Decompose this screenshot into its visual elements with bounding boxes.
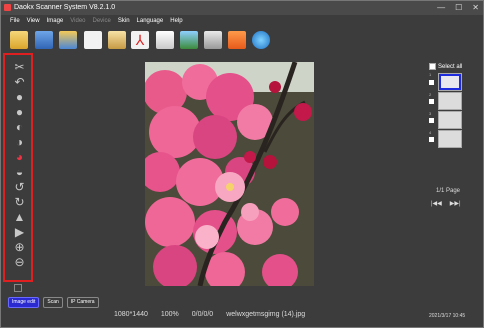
select-all[interactable]: Select all: [429, 63, 462, 70]
menu-view[interactable]: View: [27, 18, 40, 24]
brightness-down-icon[interactable]: ●: [13, 91, 26, 104]
first-page-button[interactable]: |◀◀: [431, 200, 442, 207]
zoom-out-icon[interactable]: ⊖: [13, 256, 26, 269]
print-icon[interactable]: [204, 31, 222, 49]
thumbnail[interactable]: [438, 111, 462, 129]
zoom-level: 100%: [160, 311, 179, 318]
rotate-left-icon[interactable]: ↺: [13, 181, 26, 194]
sidebar-toggle[interactable]: [14, 284, 22, 292]
pager: |◀◀ ▶▶|: [431, 200, 461, 207]
datetime: 2021/3/17 10:45: [429, 313, 466, 319]
thumbnail-selected[interactable]: [438, 73, 462, 91]
thumb-number: 2: [429, 92, 432, 97]
select-all-label: Select all: [438, 63, 463, 70]
app-logo-icon: [4, 4, 11, 11]
title-bar: Daokx Scanner System V8.2.1.0 — ☐ ✕: [1, 1, 483, 15]
thumbnail[interactable]: [438, 92, 462, 110]
menu-video: Video: [70, 17, 86, 24]
menu-language[interactable]: Language: [137, 18, 164, 24]
save-icon[interactable]: [35, 31, 53, 49]
image-edit-sidebar: ✂ ↶ ● ● ◐ ◑ ◕ ◒ ↺ ↻ ▲ ▶ ⊕ ⊖: [3, 53, 33, 282]
tab-image-edit[interactable]: Image edit: [8, 297, 40, 308]
selection-coords: 0/0/0/0: [191, 311, 214, 318]
zoom-in-icon[interactable]: ⊕: [13, 241, 26, 254]
thumb-number: 1: [429, 72, 432, 77]
undo-icon[interactable]: ↶: [13, 76, 26, 89]
contrast-down-icon[interactable]: ◐: [13, 121, 26, 134]
open-folder-icon[interactable]: [10, 31, 28, 49]
menu-skin[interactable]: Skin: [118, 18, 130, 24]
minimize-icon[interactable]: —: [437, 3, 445, 12]
app-window: Daokx Scanner System V8.2.1.0 — ☐ ✕ File…: [0, 0, 484, 328]
thumb-number: 4: [429, 130, 432, 135]
ocr-icon[interactable]: [228, 31, 246, 49]
thumb-checkbox[interactable]: [429, 137, 434, 142]
last-page-button[interactable]: ▶▶|: [450, 200, 461, 207]
menu-image[interactable]: Image: [47, 18, 64, 24]
plum-blossom-image: [145, 62, 314, 286]
status-bar: 1080*1440 100% 0/0/0/0 welwxgetmsgimg (1…: [114, 311, 305, 318]
tab-ip-camera[interactable]: IP Camera: [66, 297, 99, 308]
color-icon[interactable]: ◕: [13, 151, 26, 164]
brightness-up-icon[interactable]: ●: [13, 106, 26, 119]
file-name: welwxgetmsgimg (14).jpg: [226, 311, 306, 318]
thumb-checkbox[interactable]: [429, 118, 434, 123]
picture-icon[interactable]: [180, 31, 198, 49]
grayscale-icon[interactable]: ◒: [13, 166, 26, 179]
image-settings-icon[interactable]: [108, 31, 126, 49]
scanned-photo: [145, 62, 314, 286]
close-icon[interactable]: ✕: [472, 3, 479, 12]
thumbnail[interactable]: [438, 130, 462, 148]
mode-tabs: Image edit Scan IP Camera: [8, 297, 99, 308]
maximize-icon[interactable]: ☐: [455, 3, 462, 12]
crop-icon[interactable]: ✂: [13, 61, 26, 74]
select-all-checkbox[interactable]: [429, 63, 436, 70]
pdf-icon[interactable]: ⅄: [131, 31, 149, 49]
document-icon[interactable]: [84, 31, 102, 49]
menu-file[interactable]: File: [10, 18, 20, 24]
image-resolution: 1080*1440: [114, 311, 148, 318]
contrast-up-icon[interactable]: ◑: [13, 136, 26, 149]
word-icon[interactable]: [156, 31, 174, 49]
menu-bar: File View Image Video Device Skin Langua…: [1, 15, 483, 26]
flip-vertical-icon[interactable]: ▲: [13, 211, 26, 224]
thumb-checkbox[interactable]: [429, 80, 434, 85]
toolbar: ⅄: [1, 26, 483, 53]
thumb-checkbox[interactable]: [429, 99, 434, 104]
tab-scan[interactable]: Scan: [43, 297, 63, 308]
flip-horizontal-icon[interactable]: ▶: [13, 226, 26, 239]
menu-help[interactable]: Help: [170, 18, 182, 24]
menu-device: Device: [92, 17, 111, 24]
window-title: Daokx Scanner System V8.2.1.0: [14, 4, 116, 11]
rotate-right-icon[interactable]: ↻: [13, 196, 26, 209]
scan-icon[interactable]: [59, 31, 77, 49]
page-indicator: 1/1 Page: [436, 188, 461, 194]
camera-icon[interactable]: [252, 31, 270, 49]
thumb-number: 3: [429, 111, 432, 116]
